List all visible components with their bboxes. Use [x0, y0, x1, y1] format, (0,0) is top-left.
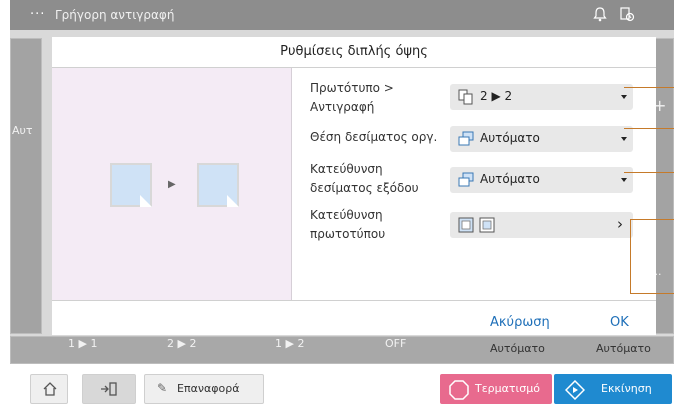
- binding-position-value: Αυτόματο: [480, 131, 540, 145]
- output-binding-dropdown[interactable]: Αυτόματο: [450, 167, 633, 193]
- binding-position-label: Θέση δεσίματος οργ.: [310, 130, 438, 144]
- cancel-button[interactable]: Ακύρωση: [490, 315, 550, 330]
- binding-icon: [458, 172, 474, 187]
- home-button[interactable]: [30, 374, 68, 404]
- bg-bottom-row: [10, 336, 674, 364]
- screen-title: Γρήγορη αντιγραφή: [55, 8, 175, 22]
- reset-button[interactable]: ✎ Επαναφορά: [144, 374, 264, 404]
- bg-val-1: 1 ▶ 1: [68, 337, 98, 350]
- caret-down-icon: [621, 178, 627, 182]
- output-binding-value: Αυτόματο: [480, 172, 540, 186]
- original-copy-dropdown[interactable]: 2 ▶ 2: [450, 84, 633, 110]
- pencil-icon: ✎: [157, 381, 168, 395]
- caret-down-icon: [621, 95, 627, 99]
- bg-left-panel: [10, 38, 42, 334]
- duplex-settings-dialog: Ρυθμίσεις διπλής όψης ▶ Πρωτότυπο > Αντι…: [52, 37, 656, 335]
- bg-val-4: OFF: [385, 337, 407, 350]
- original-page-icon: [110, 163, 152, 207]
- start-icon: [565, 380, 585, 400]
- dialog-title: Ρυθμίσεις διπλής όψης: [280, 44, 428, 59]
- bell-icon[interactable]: [593, 6, 607, 26]
- job-status-icon[interactable]: [619, 6, 635, 26]
- access-button[interactable]: [82, 374, 136, 404]
- bottom-bar: ✎ Επαναφορά Τερματισμό Εκκίνηση: [10, 364, 674, 413]
- bg-left-label: Αυτ: [12, 124, 33, 137]
- original-copy-label-line2: Αντιγραφή: [310, 100, 375, 114]
- header-bar: ··· Γρήγορη αντιγραφή: [10, 0, 674, 30]
- preview-arrow-icon: ▶: [168, 179, 176, 190]
- original-direction-button[interactable]: ›: [450, 212, 633, 238]
- callout-line-1: [624, 87, 674, 88]
- bg-val-2: 2 ▶ 2: [167, 337, 197, 350]
- binding-icon: [458, 131, 474, 146]
- orientation-icon: [458, 217, 495, 233]
- start-button[interactable]: Εκκίνηση: [554, 374, 672, 404]
- original-direction-label-line2: πρωτοτύπου: [310, 227, 386, 241]
- menu-dots-icon[interactable]: ···: [30, 7, 45, 22]
- duplex-icon: [458, 89, 473, 105]
- ok-button[interactable]: OK: [610, 315, 629, 330]
- output-binding-label-line1: Κατεύθυνση: [310, 162, 383, 176]
- copy-screen: ··· Γρήγορη αντιγραφή Αυτ + ... 1 ▶ 1 2 …: [10, 0, 674, 413]
- start-label: Εκκίνηση: [601, 382, 652, 395]
- callout-line-2: [624, 128, 674, 129]
- callout-line-4: [630, 219, 674, 294]
- original-copy-label: Πρωτότυπο > Αντιγραφή: [310, 79, 394, 117]
- exit-icon: [101, 382, 117, 396]
- bg-val-5: Αυτόματο: [490, 342, 545, 355]
- binding-position-dropdown[interactable]: Αυτόματο: [450, 126, 633, 152]
- bg-val-6: Αυτόματο: [596, 342, 651, 355]
- original-copy-label-line1: Πρωτότυπο >: [310, 81, 394, 95]
- home-icon: [43, 382, 57, 396]
- original-copy-value: 2 ▶ 2: [480, 89, 513, 103]
- dialog-footer-divider: [52, 300, 656, 301]
- output-binding-label-line2: δεσίματος εξόδου: [310, 181, 419, 195]
- original-direction-label: Κατεύθυνση πρωτοτύπου: [310, 206, 385, 244]
- duplex-preview: ▶: [52, 68, 292, 300]
- caret-down-icon: [621, 137, 627, 141]
- reset-label: Επαναφορά: [177, 382, 240, 395]
- stop-icon: [449, 380, 469, 400]
- output-binding-label: Κατεύθυνση δεσίματος εξόδου: [310, 160, 419, 198]
- stop-button[interactable]: Τερματισμό: [440, 374, 552, 404]
- stop-label: Τερματισμό: [475, 382, 540, 395]
- chevron-right-icon: ›: [617, 215, 623, 233]
- original-direction-label-line1: Κατεύθυνση: [310, 208, 383, 222]
- callout-line-3: [624, 172, 674, 173]
- bg-val-3: 1 ▶ 2: [275, 337, 305, 350]
- copy-page-icon: [197, 163, 239, 207]
